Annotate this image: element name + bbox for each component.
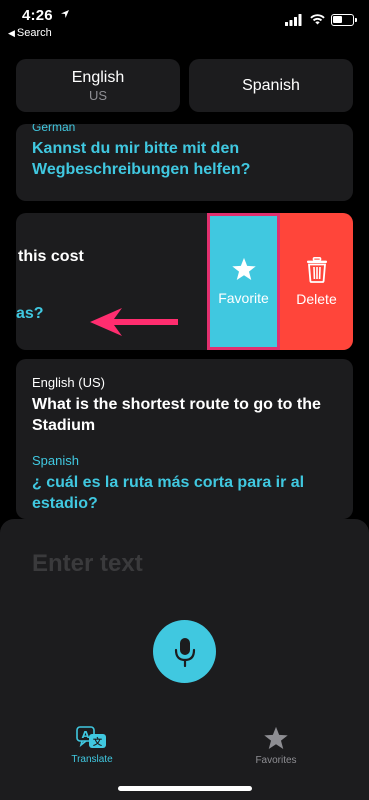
star-icon [231,257,256,281]
microphone-button[interactable] [153,620,216,683]
target-language-label: Spanish [32,453,79,468]
status-time: 4:26 [22,7,53,24]
favorite-action-button[interactable]: Favorite [207,213,280,350]
status-bar: 4:26 ◀ Search [0,0,369,44]
favorite-action-label: Favorite [218,290,269,306]
text-input[interactable]: Enter text [32,550,332,578]
translation-card[interactable]: German Kannst du mir bitte mit den Wegbe… [16,124,353,201]
cellular-signal-icon [285,14,302,26]
tab-label: Favorites [255,755,297,766]
home-indicator [118,786,252,791]
microphone-icon [174,637,195,667]
source-language-button[interactable]: English US [16,59,180,112]
delete-action-button[interactable]: Delete [280,213,353,350]
svg-text:A: A [82,730,90,741]
back-label: Search [16,27,52,39]
tab-label: Translate [71,754,113,765]
target-language-button[interactable]: Spanish [189,59,353,112]
star-icon [264,726,288,750]
source-language-label: English (US) [32,375,105,390]
card-language-label: German [32,124,76,134]
delete-action-label: Delete [296,290,337,307]
trash-icon [306,256,327,283]
tab-favorites[interactable]: Favorites [226,726,326,766]
swipe-left-arrow-icon [90,308,178,336]
target-phrase: ¿ cuál es la ruta más corta para ir al e… [32,474,305,512]
translation-card[interactable]: English (US) What is the shortest route … [16,359,353,519]
source-phrase: What is the shortest route to go to the … [32,396,321,434]
svg-text:文: 文 [92,736,103,748]
location-arrow-icon [61,10,69,18]
card-target-fragment: as? [16,305,44,322]
source-language-region: US [88,87,108,103]
battery-icon [331,14,357,26]
source-language-name: English [71,68,125,86]
translate-icon: A 文 [76,726,106,748]
card-phrase: Kannst du mir bitte mit den Wegbeschreib… [32,140,251,178]
back-chevron-icon: ◀ [8,28,15,38]
back-to-search-link[interactable]: ◀ Search [8,27,52,39]
tab-translate[interactable]: A 文 Translate [42,726,142,765]
target-language-name: Spanish [242,76,300,94]
card-source-fragment: this cost [18,248,84,265]
wifi-icon [310,14,325,25]
